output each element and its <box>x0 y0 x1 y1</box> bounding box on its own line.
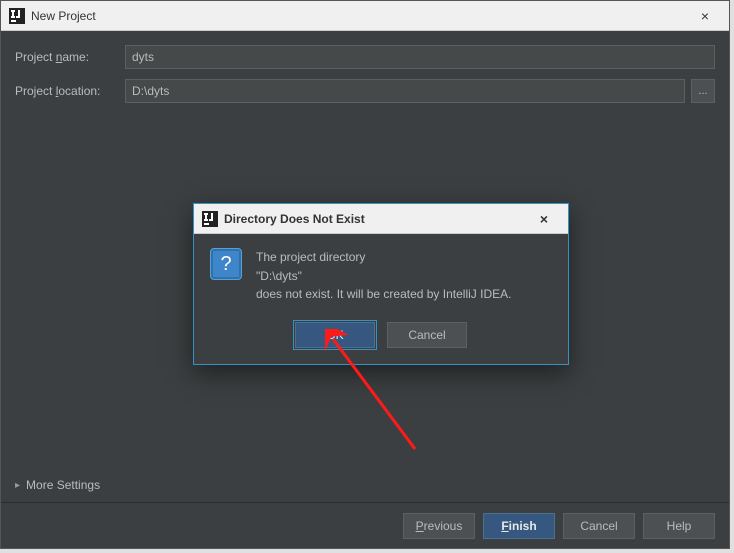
project-location-input[interactable] <box>125 79 685 103</box>
cancel-button[interactable]: Cancel <box>563 513 635 539</box>
dialog-titlebar: Directory Does Not Exist × <box>194 204 568 234</box>
previous-button[interactable]: Previous <box>403 513 475 539</box>
project-location-row: Project location: ... <box>15 79 715 103</box>
expand-right-icon: ▸ <box>15 480 20 491</box>
more-settings-toggle[interactable]: ▸ More Settings <box>15 472 715 502</box>
dialog-close-button[interactable]: × <box>524 205 564 233</box>
browse-location-button[interactable]: ... <box>691 79 715 103</box>
wizard-footer: Previous Finish Cancel Help <box>1 502 729 548</box>
dialog-cancel-button[interactable]: Cancel <box>387 322 467 348</box>
finish-button[interactable]: Finish <box>483 513 555 539</box>
dialog-footer: OK Cancel <box>194 310 568 364</box>
question-icon: ? <box>210 248 242 280</box>
window-close-button[interactable]: × <box>685 2 725 30</box>
window-title: New Project <box>31 9 685 23</box>
project-name-row: Project name: <box>15 45 715 69</box>
dialog-title: Directory Does Not Exist <box>224 212 524 226</box>
dialog-message: The project directory "D:\dyts" does not… <box>256 248 511 304</box>
directory-not-exist-dialog: Directory Does Not Exist × ? The project… <box>193 203 569 365</box>
dialog-ok-button[interactable]: OK <box>295 322 375 348</box>
project-name-label: Project name: <box>15 50 125 64</box>
help-button[interactable]: Help <box>643 513 715 539</box>
window-titlebar: New Project × <box>1 1 729 31</box>
intellij-icon <box>9 8 25 24</box>
intellij-icon <box>202 211 218 227</box>
more-settings-label: More Settings <box>26 478 100 492</box>
project-location-label: Project location: <box>15 84 125 98</box>
dialog-body: ? The project directory "D:\dyts" does n… <box>194 234 568 310</box>
new-project-window: New Project × Project name: Project loca… <box>0 0 730 549</box>
project-name-input[interactable] <box>125 45 715 69</box>
